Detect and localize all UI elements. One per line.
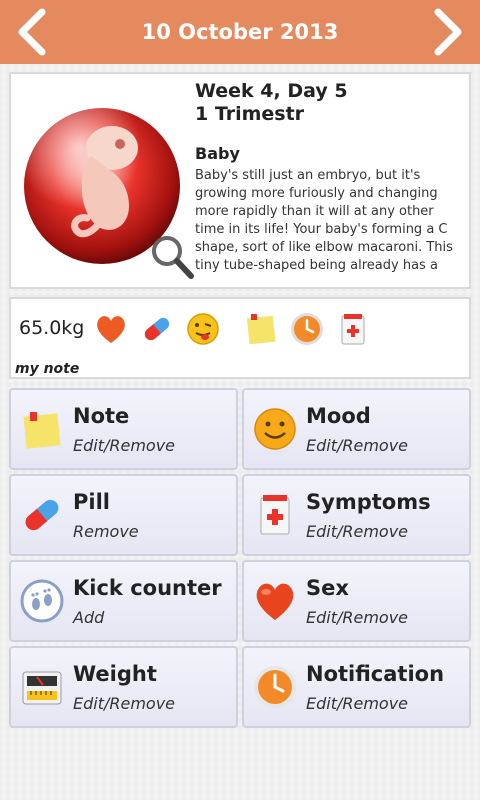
clock-icon	[291, 313, 323, 345]
section-title: Baby	[195, 144, 240, 163]
tile-pill[interactable]: Pill Remove	[9, 474, 238, 556]
tile-notification[interactable]: Notification Edit/Remove	[242, 646, 471, 728]
scale-icon	[22, 671, 62, 705]
header-bar: 10 October 2013	[0, 0, 480, 64]
tile-note[interactable]: Note Edit/Remove	[9, 388, 238, 470]
tile-symptoms-label: Symptoms	[306, 490, 431, 514]
smiley-icon	[254, 408, 296, 450]
tile-kick-counter-label: Kick counter	[73, 576, 222, 600]
baby-info-card: Week 4, Day 5 1 Trimestr Baby Baby's sti…	[9, 72, 471, 289]
note-preview: my note	[15, 361, 80, 377]
tile-kick-counter[interactable]: Kick counter Add	[9, 560, 238, 642]
date-title: 10 October 2013	[141, 20, 339, 44]
tile-notification-action: Edit/Remove	[306, 694, 409, 713]
tile-sex-action: Edit/Remove	[306, 608, 409, 627]
mood-tongue-icon	[187, 313, 219, 345]
heart-icon	[97, 316, 125, 343]
tile-sex-label: Sex	[306, 576, 349, 600]
tile-symptoms[interactable]: Symptoms Edit/Remove	[242, 474, 471, 556]
tile-notification-label: Notification	[306, 662, 445, 686]
clock-icon	[254, 666, 296, 708]
tile-symptoms-action: Edit/Remove	[306, 522, 409, 541]
tile-note-action: Edit/Remove	[73, 436, 176, 455]
pill-icon	[25, 499, 59, 531]
tile-weight[interactable]: Weight Edit/Remove	[9, 646, 238, 728]
note-icon	[246, 314, 276, 345]
day-summary-card[interactable]: 65.0kg my note	[9, 297, 471, 379]
tile-weight-action: Edit/Remove	[73, 694, 176, 713]
heart-icon	[256, 583, 294, 620]
note-icon	[23, 412, 61, 449]
tile-sex[interactable]: Sex Edit/Remove	[242, 560, 471, 642]
baby-description: Baby's still just an embryo, but it's gr…	[195, 168, 453, 273]
symptoms-icon	[260, 495, 290, 535]
tile-mood[interactable]: Mood Edit/Remove	[242, 388, 471, 470]
previous-day-arrow-icon[interactable]	[10, 8, 58, 56]
week-day-label: Week 4, Day 5	[195, 80, 348, 102]
symptoms-icon	[341, 314, 365, 345]
tile-mood-action: Edit/Remove	[306, 436, 409, 455]
weight-value: 65.0kg	[19, 317, 85, 339]
embryo-image[interactable]	[17, 86, 197, 281]
tile-mood-label: Mood	[306, 404, 371, 428]
tile-pill-label: Pill	[73, 490, 110, 514]
next-day-arrow-icon[interactable]	[422, 8, 470, 56]
tile-weight-label: Weight	[73, 662, 157, 686]
tile-kick-counter-action: Add	[73, 608, 105, 627]
footprints-icon	[20, 579, 64, 623]
trimester-label: 1 Trimestr	[195, 103, 305, 125]
pill-icon	[144, 317, 170, 341]
tile-pill-action: Remove	[73, 522, 139, 541]
tile-note-label: Note	[73, 404, 130, 428]
